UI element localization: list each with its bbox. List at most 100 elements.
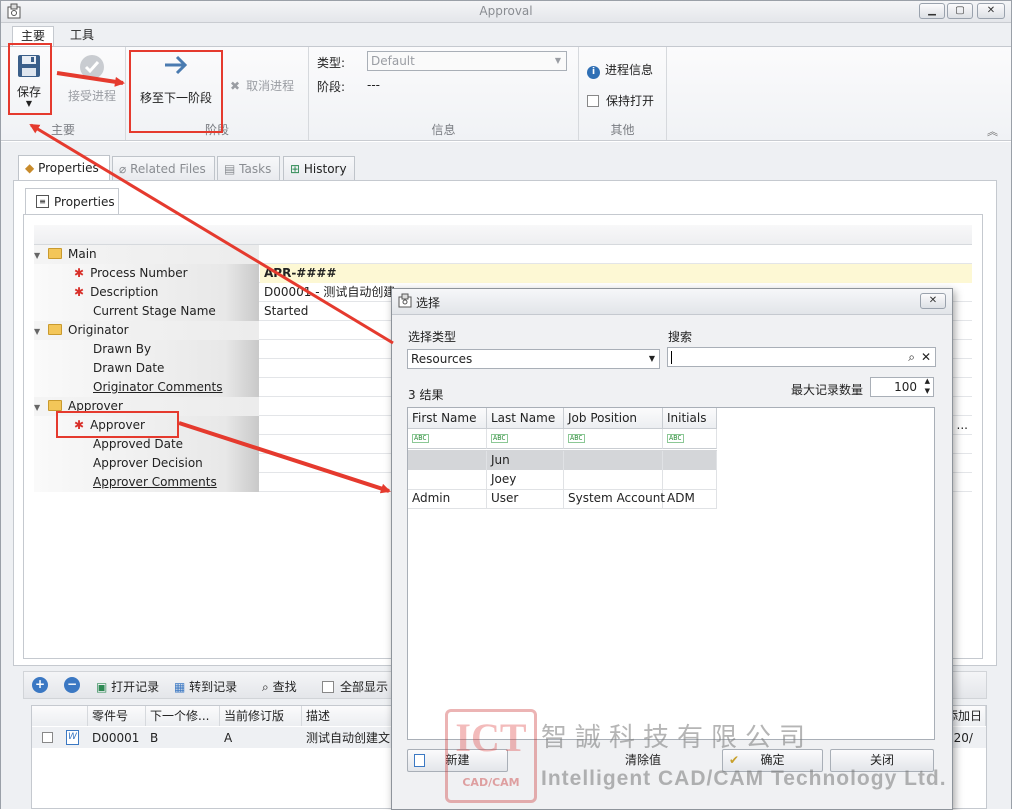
info-icon: i: [587, 66, 600, 79]
cell-current: A: [224, 731, 233, 745]
minimize-button[interactable]: ▁: [919, 3, 945, 19]
annotation-box-approver: [56, 411, 179, 438]
results-count: 3 结果: [408, 388, 444, 402]
cancel-process-button[interactable]: ✖ 取消进程: [230, 77, 294, 94]
annotation-box-next-stage: [129, 50, 223, 133]
row-process-number[interactable]: ✱ Process Number APR-####: [34, 264, 972, 283]
keep-open-checkbox[interactable]: 保持打开: [587, 92, 654, 109]
cell-job: [564, 451, 663, 470]
col-last-name[interactable]: Last Name: [487, 408, 564, 429]
cell-initials: ADM: [663, 489, 717, 508]
find-button[interactable]: ⌕ 查找: [262, 678, 297, 695]
filter-first-name[interactable]: ABC: [408, 429, 487, 449]
filter-job-position[interactable]: ABC: [564, 429, 663, 449]
text-filter-icon: ABC: [491, 434, 508, 443]
type-select[interactable]: Default ▼: [367, 51, 567, 71]
new-button[interactable]: 新建: [407, 749, 508, 772]
accept-process-button[interactable]: 接受进程: [61, 53, 123, 113]
remove-icon[interactable]: −: [64, 677, 80, 693]
open-record-button[interactable]: ▣ 打开记录: [96, 678, 159, 695]
cell-last: User: [487, 489, 564, 508]
ellipsis-button[interactable]: ...: [957, 416, 968, 434]
subtab-properties[interactable]: ≡ Properties: [25, 188, 119, 215]
filter-last-name[interactable]: ABC: [487, 429, 564, 449]
cell-job: [564, 470, 663, 489]
filter-initials[interactable]: ABC: [663, 429, 717, 449]
stage-value: ---: [367, 78, 380, 92]
text-cursor: [671, 351, 672, 364]
cell-part: D00001: [92, 731, 140, 745]
title-bar: Approval ▁ ▢ ✕: [1, 1, 1011, 23]
required-asterisk-icon: ✱: [74, 285, 85, 299]
tab-related-files[interactable]: ⌀ Related Files: [112, 156, 215, 181]
folder-icon: [48, 324, 62, 335]
collapse-icon[interactable]: ▼: [34, 247, 42, 265]
col-job-position[interactable]: Job Position: [564, 408, 663, 429]
process-info-button[interactable]: i 进程信息: [587, 61, 653, 79]
spin-up-icon[interactable]: ▲: [925, 376, 930, 386]
required-asterisk-icon: ✱: [74, 266, 85, 280]
goto-record-icon: ▦: [174, 680, 186, 694]
list-header-next[interactable]: 下一个修...: [146, 706, 220, 726]
dialog-title-bar: 选择 ✕: [392, 289, 952, 315]
chevron-down-icon: ▼: [554, 56, 561, 65]
list-header-blank: [32, 706, 88, 726]
select-type-dropdown[interactable]: Resources ▼: [407, 349, 660, 369]
row-checkbox[interactable]: [42, 732, 53, 743]
col-first-name[interactable]: First Name: [408, 408, 487, 429]
list-header-current[interactable]: 当前修订版: [220, 706, 302, 726]
spin-down-icon[interactable]: ▼: [925, 386, 930, 396]
cell-initials: [663, 470, 717, 489]
tab-tasks[interactable]: ▤ Tasks: [217, 156, 280, 181]
cell-first: Admin: [408, 489, 487, 508]
checkmark-icon: ✔: [729, 753, 740, 767]
add-icon[interactable]: +: [32, 677, 48, 693]
goto-record-button[interactable]: ▦ 转到记录: [174, 678, 237, 695]
collapse-ribbon-icon[interactable]: ︽: [987, 123, 998, 139]
grid-header: [34, 225, 972, 245]
checkbox-box[interactable]: [322, 681, 334, 693]
document-icon: W: [66, 730, 79, 745]
maximize-button[interactable]: ▢: [947, 3, 973, 19]
max-records-label: 最大记录数量: [791, 383, 864, 397]
collapse-icon[interactable]: ▼: [34, 323, 42, 341]
folder-icon: [48, 248, 62, 259]
group-other: i 进程信息 保持打开 其他: [579, 47, 667, 140]
results-grid: First Name Last Name Job Position Initia…: [407, 407, 935, 740]
max-records-spinner[interactable]: 100 ▲ ▼: [870, 377, 934, 397]
dialog-close-button[interactable]: ✕: [920, 293, 946, 309]
type-label: 类型:: [317, 56, 346, 70]
app-icon: [398, 293, 412, 308]
col-initials[interactable]: Initials: [663, 408, 717, 429]
tab-tools[interactable]: 工具: [62, 26, 102, 46]
checkmark-icon: [80, 55, 104, 79]
list-header-part[interactable]: 零件号: [88, 706, 146, 726]
checkbox-box[interactable]: [587, 95, 599, 107]
text-filter-icon: ABC: [568, 434, 585, 443]
collapse-icon[interactable]: ▼: [34, 399, 42, 417]
select-type-label: 选择类型: [408, 330, 457, 344]
dialog-close-action-button[interactable]: 关闭: [830, 749, 934, 772]
show-all-checkbox[interactable]: 全部显示: [322, 678, 388, 695]
cell-first: [408, 451, 487, 470]
close-button[interactable]: ✕: [977, 3, 1005, 19]
open-record-icon: ▣: [96, 680, 108, 694]
annotation-box-save: [8, 43, 52, 115]
approval-window: Approval ▁ ▢ ✕ 主要 工具 保存 ▼ 接受进程 主要 移至下一阶段…: [0, 0, 1012, 810]
clear-icon[interactable]: ✕: [921, 348, 931, 366]
category-main[interactable]: ▼ Main: [34, 245, 972, 264]
stage-label: 阶段:: [317, 80, 346, 94]
clear-value-button[interactable]: 清除值: [566, 749, 720, 772]
search-input[interactable]: ⌕ ✕: [667, 347, 936, 367]
cell-last: Jun: [487, 451, 564, 470]
tab-history[interactable]: ⊞ History: [283, 156, 355, 181]
new-document-icon: [414, 754, 425, 767]
process-number-value[interactable]: APR-####: [260, 264, 972, 283]
group-info-label: 信息: [431, 123, 456, 137]
group-other-label: 其他: [610, 123, 635, 137]
tab-properties[interactable]: ◆ Properties: [18, 155, 110, 181]
ok-button[interactable]: ✔ 确定: [722, 749, 823, 772]
search-icon[interactable]: ⌕: [908, 348, 915, 366]
group-main-label: 主要: [50, 123, 75, 137]
cell-first: [408, 470, 487, 489]
